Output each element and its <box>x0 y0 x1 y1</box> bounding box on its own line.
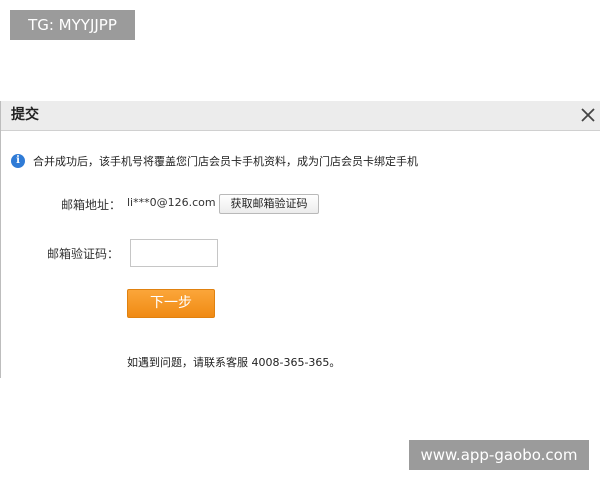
site-watermark: www.app-gaobo.com <box>409 440 589 470</box>
get-email-code-button[interactable]: 获取邮箱验证码 <box>219 194 319 214</box>
email-value: li***0@126.com <box>127 196 216 209</box>
page: TG: MYYJJPP 提交 i 合并成功后，该手机号将覆盖您门店会员卡手机资料… <box>0 0 600 480</box>
tg-badge: TG: MYYJJPP <box>10 10 135 40</box>
info-icon: i <box>11 154 25 168</box>
dialog-title: 提交 <box>11 107 39 123</box>
dialog-header: 提交 <box>1 101 600 131</box>
next-step-button[interactable]: 下一步 <box>127 289 215 318</box>
code-label: 邮箱验证码： <box>47 247 120 261</box>
notice-text: 合并成功后，该手机号将覆盖您门店会员卡手机资料，成为门店会员卡绑定手机 <box>33 155 418 168</box>
submit-dialog: 提交 i 合并成功后，该手机号将覆盖您门店会员卡手机资料，成为门店会员卡绑定手机… <box>0 101 600 378</box>
help-text: 如遇到问题，请联系客服 4008-365-365。 <box>127 356 341 369</box>
email-code-input[interactable] <box>130 239 218 267</box>
email-label: 邮箱地址： <box>61 198 122 212</box>
merge-notice: i 合并成功后，该手机号将覆盖您门店会员卡手机资料，成为门店会员卡绑定手机 <box>11 153 418 169</box>
close-icon <box>581 108 595 122</box>
close-button[interactable] <box>578 105 598 125</box>
